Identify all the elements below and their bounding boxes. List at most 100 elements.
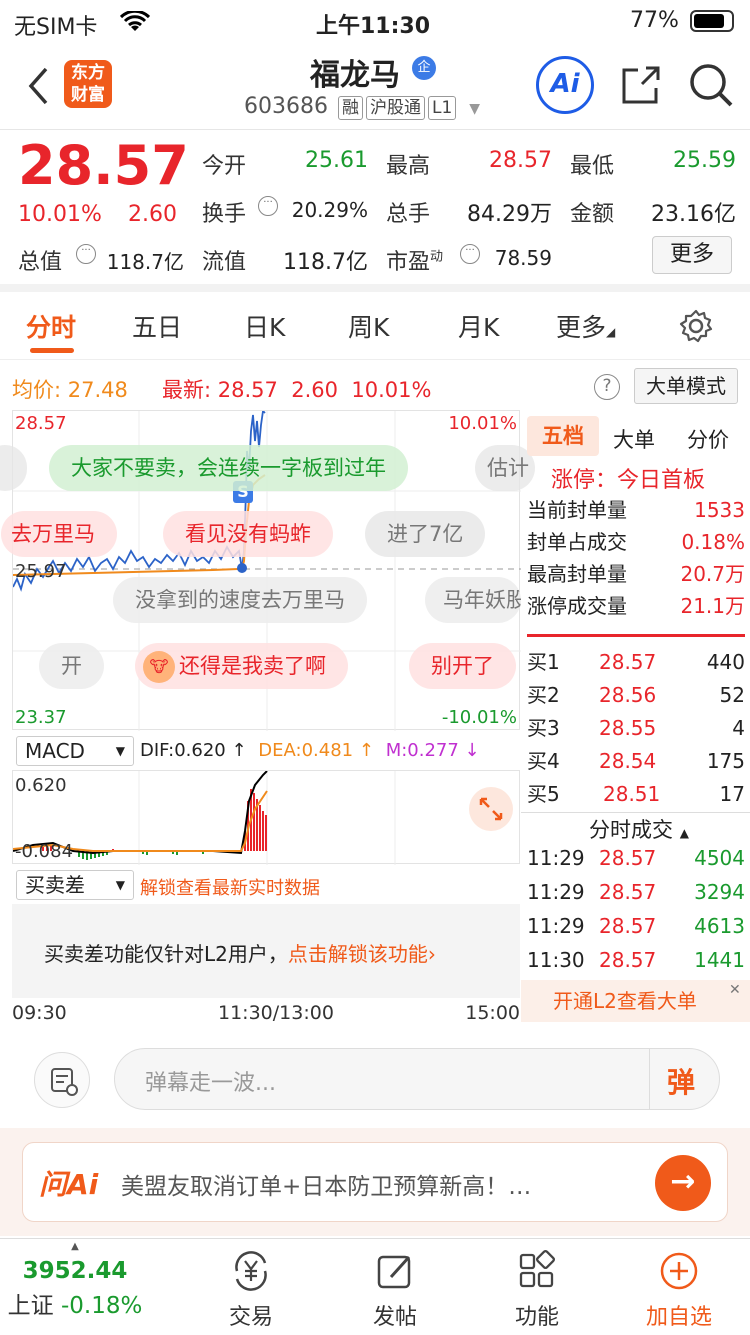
tab-weekly-k[interactable]: 周K xyxy=(348,308,389,344)
search-icon[interactable] xyxy=(688,62,734,108)
info-dots-icon[interactable]: ··· xyxy=(76,244,96,264)
tab-add-watchlist[interactable]: 加自选 xyxy=(604,1239,750,1335)
macd-svg xyxy=(13,771,396,865)
functions-grid-icon xyxy=(519,1249,556,1288)
macd-chart[interactable]: 0.620 -0.084 xyxy=(12,770,520,865)
bid-row: 买5 28.51 17 xyxy=(527,782,745,806)
total-value-label: 总值 xyxy=(18,250,63,275)
tag-level: L1 xyxy=(427,96,457,120)
float-value: 118.7亿 xyxy=(283,250,368,275)
change-percent: 10.01% xyxy=(18,202,102,227)
low-label: 最低 xyxy=(570,154,615,179)
danmaku-chip[interactable]: 开 xyxy=(39,643,104,689)
danmaku-chip[interactable]: 马年妖股 xyxy=(425,577,521,623)
turnover-label: 换手 xyxy=(202,202,247,227)
tick-row: 11:30 28.57 1441 xyxy=(527,948,745,972)
tab-monthly-k[interactable]: 月K xyxy=(458,308,499,344)
unlock-link[interactable]: 点击解锁该功能 xyxy=(288,942,428,966)
stat-row: 封单占成交 0.18% xyxy=(527,530,745,554)
macd-header: MACD ▼ DIF:0.620 ↑ DEA:0.481 ↑ M:0.277 ↓ xyxy=(12,734,520,768)
high-label: 最高 xyxy=(386,154,431,179)
danmaku-chip[interactable]: 去万里马 xyxy=(1,511,117,557)
info-dots-icon[interactable]: ··· xyxy=(258,196,278,216)
danmaku-settings-icon[interactable] xyxy=(34,1052,90,1108)
total-value: 118.7亿 xyxy=(106,250,184,274)
more-button[interactable]: 更多 xyxy=(652,236,732,274)
latest-price-info: 最新: 28.57 2.60 10.01% xyxy=(162,378,432,402)
status-bar: 无SIM卡 上午11:30 77% xyxy=(0,0,750,44)
tab-price-dist[interactable]: 分价 xyxy=(687,424,729,454)
stat-row: 最高封单量 20.7万 xyxy=(527,562,745,586)
float-value-label: 流值 xyxy=(202,250,247,275)
enterprise-badge: 企 xyxy=(412,56,436,80)
stock-header: 东方 财富 福龙马 企 603686 融沪股通 L1 ▼ Ai xyxy=(0,44,750,130)
pe-value: 78.59 xyxy=(494,246,552,270)
danmaku-chip[interactable]: 进了7亿 xyxy=(365,511,486,557)
bottom-tab-bar: ▲ 3952.44 上证 -0.18% 交易 发帖 功能 加自选 xyxy=(0,1238,750,1334)
tick-row: 11:29 28.57 3294 xyxy=(527,880,745,904)
open-value: 25.61 xyxy=(305,148,368,173)
info-dots-icon[interactable]: ··· xyxy=(460,244,480,264)
bid-row: 买4 28.54 175 xyxy=(527,749,745,773)
danmaku-chip[interactable]: 大家不要卖，会连续一字板到过年 xyxy=(49,445,408,491)
order-book-panel: 五档 大单 分价 涨停：今日首板 当前封单量 1533 封单占成交 0.18% 最高… xyxy=(521,410,750,1022)
danmaku-chip[interactable]: 🐮 还得是我卖了啊 xyxy=(135,643,348,689)
volume-label: 总手 xyxy=(386,202,431,227)
ai-question-bar: 问Ai 美盟友取消订单+日本防卫预算新高！… → xyxy=(0,1128,750,1236)
expand-icon[interactable] xyxy=(469,787,513,831)
divider xyxy=(527,634,745,637)
spread-unlock-text[interactable]: 解锁查看最新实时数据 xyxy=(140,874,320,900)
danmaku-chip[interactable]: 看见没有蚂蚱 xyxy=(163,511,333,557)
spread-select[interactable]: 买卖差 ▼ xyxy=(16,870,134,900)
tab-functions[interactable]: 功能 xyxy=(462,1239,612,1335)
tab-five-day[interactable]: 五日 xyxy=(132,308,182,344)
trade-yen-icon xyxy=(235,1251,267,1291)
big-order-mode-button[interactable]: 大单模式 xyxy=(634,368,738,404)
ai-headline: 美盟友取消订单+日本防卫预算新高！… xyxy=(121,1174,532,1200)
ai-button[interactable]: Ai xyxy=(536,56,594,114)
ticks-title[interactable]: 分时成交 ▲ xyxy=(589,814,689,844)
l2-promo-banner[interactable]: 开通L2查看大单 xyxy=(521,980,750,1022)
tab-big-order[interactable]: 大单 xyxy=(613,424,655,454)
ai-suggestion[interactable]: 问Ai 美盟友取消订单+日本防卫预算新高！… → xyxy=(22,1142,728,1222)
volume-value: 84.29万 xyxy=(467,202,552,227)
danmaku-placeholder: 弹幕走一波... xyxy=(145,1071,276,1096)
tab-five-level[interactable]: 五档 xyxy=(527,416,599,456)
close-icon[interactable]: ✕ xyxy=(729,982,741,998)
back-chevron-icon[interactable] xyxy=(26,66,50,106)
battery-percent: 77% xyxy=(630,8,679,33)
ai-go-button[interactable]: → xyxy=(655,1155,711,1211)
tab-intraday[interactable]: 分时 xyxy=(26,308,76,344)
tag-connect: 沪股通 xyxy=(365,96,425,120)
help-icon[interactable]: ? xyxy=(594,374,620,400)
tab-trade[interactable]: 交易 xyxy=(176,1239,326,1335)
tick-row: 11:29 28.57 4504 xyxy=(527,846,745,870)
stat-row: 当前封单量 1533 xyxy=(527,498,745,522)
danmaku-chip[interactable]: 别开了 xyxy=(409,643,516,689)
settings-gear-icon[interactable] xyxy=(678,308,714,344)
tab-indicator xyxy=(30,348,74,353)
last-price: 28.57 xyxy=(18,134,189,197)
change-amount: 2.60 xyxy=(128,202,177,227)
time-open: 09:30 xyxy=(12,1002,67,1024)
amount-value: 23.16亿 xyxy=(651,202,736,227)
macd-select[interactable]: MACD ▼ xyxy=(16,736,134,766)
tab-more[interactable]: 更多◢ xyxy=(556,308,615,344)
danmaku-input[interactable]: 弹幕走一波... 弹 xyxy=(114,1048,720,1110)
tab-post[interactable]: 发帖 xyxy=(320,1239,470,1335)
share-icon[interactable] xyxy=(620,64,662,106)
spread-locked-panel[interactable]: 买卖差功能仅针对L2用户，点击解锁该功能› xyxy=(12,904,520,998)
danmaku-chip[interactable]: 没拿到的速度去万里马 xyxy=(113,577,367,623)
chart-tabs: 分时 五日 日K 周K 月K 更多◢ xyxy=(0,296,750,360)
turnover-value: 20.29% xyxy=(291,198,368,222)
stat-row: 涨停成交量 21.1万 xyxy=(527,594,745,618)
app-logo[interactable]: 东方 财富 xyxy=(64,60,112,108)
battery-icon xyxy=(690,10,734,32)
index-ticker[interactable]: ▲ 3952.44 上证 -0.18% xyxy=(0,1239,150,1335)
dropdown-arrow-icon: ▼ xyxy=(469,101,481,117)
send-danmaku-button[interactable]: 弹 xyxy=(667,1061,695,1101)
intraday-chart[interactable]: S 28.57 25.97 23.37 10.01% -10.01% 大家不要卖… xyxy=(0,410,535,731)
tab-daily-k[interactable]: 日K xyxy=(244,308,285,344)
spread-header: 买卖差 ▼ 解锁查看最新实时数据 xyxy=(12,868,520,902)
time-mid: 11:30/13:00 xyxy=(218,1002,334,1024)
